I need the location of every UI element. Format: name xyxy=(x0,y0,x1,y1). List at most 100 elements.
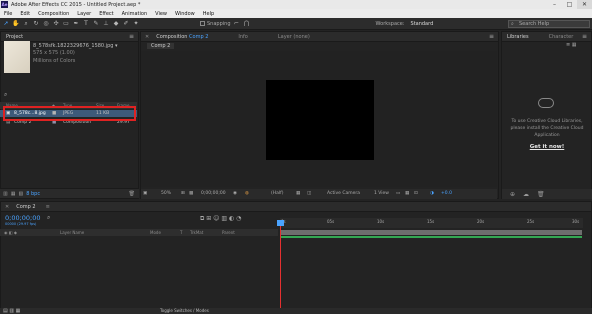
interpret-footage-icon[interactable]: ▥ xyxy=(3,191,8,197)
col-parent[interactable]: Parent xyxy=(222,230,235,235)
pen-tool-icon[interactable]: ✒ xyxy=(72,20,80,28)
col-layer-name[interactable]: Layer Name xyxy=(60,230,84,235)
region-of-interest-icon[interactable]: ⊞ xyxy=(181,191,185,196)
toggle-switches-modes[interactable]: Toggle Switches / Modes xyxy=(160,308,209,313)
close-button[interactable]: ✕ xyxy=(577,0,592,9)
current-time[interactable]: 0;00;00;00 xyxy=(201,191,226,196)
fast-previews-icon[interactable]: ◫ xyxy=(307,191,311,196)
menu-view[interactable]: View xyxy=(151,11,171,17)
comp-flowchart-icon[interactable]: ⧉ xyxy=(200,215,204,222)
maximize-button[interactable]: □ xyxy=(562,0,577,9)
time-ruler[interactable]: 0s 05s 10s 15s 20s 25s 30s xyxy=(280,218,583,228)
rotation-tool-icon[interactable]: ↻ xyxy=(32,20,40,28)
timeline-search-icon[interactable]: ⌕ xyxy=(47,214,50,222)
menu-window[interactable]: Window xyxy=(171,11,199,17)
workspace-label: Workspace: xyxy=(375,20,405,27)
col-trkmat[interactable]: TrkMat xyxy=(190,230,203,235)
brush-tool-icon[interactable]: ✎ xyxy=(92,20,100,28)
toggle-pixel-aspect-icon[interactable]: ▭ xyxy=(396,191,400,196)
grid-icon[interactable]: ▦ xyxy=(405,191,409,196)
stock-icon[interactable]: ☁ xyxy=(523,191,529,198)
camera-dropdown[interactable]: Active Camera xyxy=(327,191,360,196)
menu-composition[interactable]: Composition xyxy=(34,11,73,17)
timeline-timecode[interactable]: 0;00;00;00 xyxy=(5,214,41,222)
reset-exposure-icon[interactable]: ◑ xyxy=(430,191,434,196)
trash-icon[interactable]: 🗑 xyxy=(129,191,135,197)
ruler-tick: 15s xyxy=(427,219,435,224)
workspace-dropdown[interactable]: Standard xyxy=(411,21,434,27)
minimize-button[interactable]: – xyxy=(547,0,562,9)
menu-animation[interactable]: Animation xyxy=(118,11,152,17)
type-tool-icon[interactable]: T xyxy=(82,20,90,28)
zoom-tool-icon[interactable]: ⌕ xyxy=(22,20,30,28)
camera-tool-icon[interactable]: ◎ xyxy=(42,20,50,28)
close-tab-icon[interactable]: ✕ xyxy=(1,204,11,210)
bpc-label[interactable]: 8 bpc xyxy=(26,191,40,197)
playhead-line[interactable] xyxy=(280,220,281,314)
magnification-icon[interactable]: ▣ xyxy=(143,191,147,196)
panel-menu-icon[interactable]: ≡ xyxy=(129,33,134,40)
library-trash-icon[interactable]: 🗑 xyxy=(537,191,545,198)
tab-character[interactable]: Character xyxy=(544,34,579,40)
draft-3d-icon[interactable]: ⊞ xyxy=(206,215,211,222)
rectangle-tool-icon[interactable]: ▭ xyxy=(62,20,70,28)
selection-tool-icon[interactable]: ➚ xyxy=(2,20,10,28)
menu-layer[interactable]: Layer xyxy=(73,11,95,17)
resolution-dropdown[interactable]: (Half) xyxy=(271,191,284,196)
puppet-tool-icon[interactable]: ✦ xyxy=(132,20,140,28)
menu-file[interactable]: File xyxy=(0,11,16,17)
frame-blending-icon[interactable]: ▥ xyxy=(221,215,227,222)
selected-item-name[interactable]: 8_578sfk.1822329676_1580.jpg ▾ xyxy=(33,43,118,49)
snapshot-icon[interactable]: ◉ xyxy=(233,191,237,196)
shy-icon[interactable]: ☺ xyxy=(213,215,219,222)
add-content-icon[interactable]: ⊕ xyxy=(510,191,515,198)
comp-subtab[interactable]: Comp 2 xyxy=(147,43,175,49)
col-mode[interactable]: Mode xyxy=(150,230,161,235)
motion-blur-icon[interactable]: ◐ xyxy=(229,215,234,222)
menu-effect[interactable]: Effect xyxy=(95,11,117,17)
project-search-icon[interactable]: ⌕ xyxy=(4,91,7,99)
viewer-footer: ▣ 50% ⊞ ▩ 0;00;00;00 ◉ ◍ (Half) ▦ ◫ Acti… xyxy=(141,189,497,199)
playhead-handle[interactable] xyxy=(277,220,284,226)
flowchart-icon[interactable]: ⊡ xyxy=(414,191,418,196)
transparency-icon[interactable]: ▩ xyxy=(189,191,193,196)
col-t[interactable]: T xyxy=(180,230,182,235)
tab-layer[interactable]: Layer (none) xyxy=(273,34,315,40)
zoom-dropdown[interactable]: 50% xyxy=(161,191,171,196)
snapping-magnet-icon[interactable]: ⋂ xyxy=(243,20,251,28)
composition-canvas[interactable] xyxy=(266,80,374,160)
footer-icons[interactable]: ▤ ▥ ▦ xyxy=(3,308,20,314)
menu-help[interactable]: Help xyxy=(199,11,218,17)
hand-tool-icon[interactable]: ✋ xyxy=(12,20,20,28)
work-area-bar[interactable] xyxy=(280,230,582,235)
menu-edit[interactable]: Edit xyxy=(16,11,34,17)
list-view-icon[interactable]: ≣ xyxy=(566,42,570,48)
tab-composition[interactable]: Composition Comp 2 xyxy=(151,34,213,40)
mask-visibility-icon[interactable]: ▦ xyxy=(296,191,300,196)
tab-comp-2[interactable]: Comp 2 xyxy=(11,204,40,210)
snapping-checkbox[interactable] xyxy=(200,21,205,26)
tab-libraries[interactable]: Libraries xyxy=(502,34,534,40)
new-folder-icon[interactable]: ▦ xyxy=(11,191,16,197)
panel-menu-icon[interactable]: ≡ xyxy=(41,204,55,210)
exposure-value[interactable]: +0.0 xyxy=(441,191,452,196)
clone-stamp-tool-icon[interactable]: ⊥ xyxy=(102,20,110,28)
search-help-input[interactable]: ⌕ Search Help xyxy=(508,20,590,28)
snapping-options-icon[interactable]: ⌐ xyxy=(233,20,241,28)
grid-view-icon[interactable]: ▦ xyxy=(572,42,577,48)
roto-brush-tool-icon[interactable]: ✐ xyxy=(122,20,130,28)
snapping-label: Snapping xyxy=(207,20,231,27)
panel-menu-icon[interactable]: ≡ xyxy=(489,33,494,40)
window-controls: – □ ✕ xyxy=(547,0,592,9)
views-dropdown[interactable]: 1 View xyxy=(374,191,389,196)
tab-project[interactable]: Project xyxy=(1,34,28,40)
get-it-now-link[interactable]: Get it now! xyxy=(504,144,590,150)
show-channel-icon[interactable]: ◍ xyxy=(245,191,249,196)
graph-editor-icon[interactable]: ◔ xyxy=(236,215,241,222)
panel-menu-icon[interactable]: ≡ xyxy=(582,33,587,40)
pan-behind-tool-icon[interactable]: ✣ xyxy=(52,20,60,28)
new-comp-icon[interactable]: ▧ xyxy=(18,191,23,197)
tab-info[interactable]: Info xyxy=(233,34,252,40)
close-tab-icon[interactable]: ✕ xyxy=(141,34,151,40)
eraser-tool-icon[interactable]: ◆ xyxy=(112,20,120,28)
